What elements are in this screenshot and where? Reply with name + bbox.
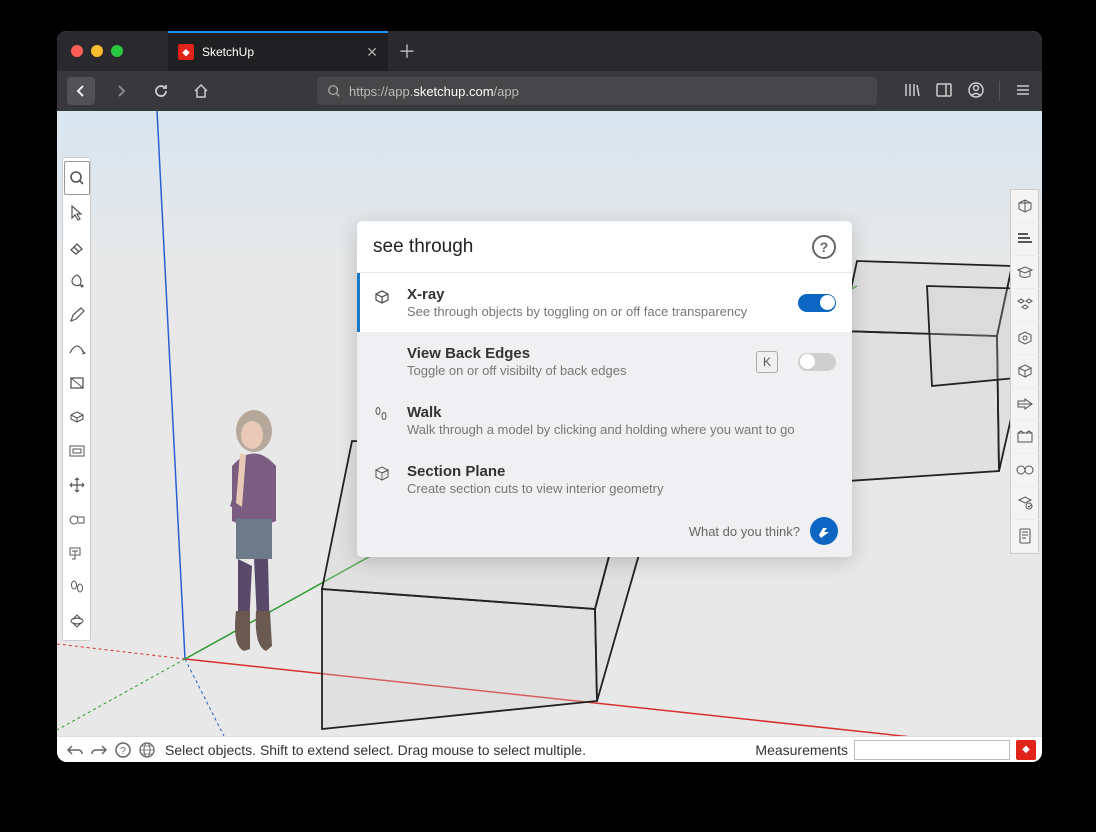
move-tool-icon[interactable] [64, 468, 90, 502]
menu-icon[interactable] [1014, 81, 1032, 101]
tags-icon[interactable] [1011, 388, 1039, 421]
search-tool-icon[interactable] [64, 161, 90, 195]
model-info-icon[interactable] [1011, 190, 1039, 223]
measurements-label: Measurements [755, 742, 848, 758]
sidebar-icon[interactable] [935, 81, 953, 101]
softening-icon[interactable] [1011, 520, 1039, 553]
new-tab-button[interactable]: ＋ [398, 38, 416, 64]
maximize-window-button[interactable] [111, 45, 123, 57]
result-desc: See through objects by toggling on or of… [407, 304, 786, 319]
tab-close-icon[interactable]: ✕ [366, 44, 378, 61]
result-title: Section Plane [407, 463, 836, 480]
url-suffix: /app [494, 84, 519, 99]
search-result-walk[interactable]: Walk Walk through a model by clicking an… [357, 391, 852, 450]
redo-icon[interactable] [87, 740, 111, 760]
library-icon[interactable] [903, 81, 921, 101]
right-toolbar [1010, 189, 1039, 554]
result-title: View Back Edges [407, 345, 744, 362]
search-result-section-plane[interactable]: Section Plane Create section cuts to vie… [357, 450, 852, 509]
entity-info-icon[interactable] [1011, 223, 1039, 256]
help-icon[interactable]: ? [812, 235, 836, 259]
browser-tab[interactable]: ◆ SketchUp ✕ [168, 31, 388, 71]
language-icon[interactable] [135, 740, 159, 760]
pushpull-tool-icon[interactable] [64, 400, 90, 434]
cube-icon [373, 288, 395, 306]
status-bar: ? Select objects. Shift to extend select… [57, 736, 1042, 762]
url-bar: https://app.sketchup.com/app [57, 71, 1042, 111]
outliner-icon[interactable] [1011, 487, 1039, 520]
account-icon[interactable] [967, 81, 985, 101]
url-prefix: https://app. [349, 84, 413, 99]
url-input[interactable]: https://app.sketchup.com/app [317, 77, 877, 105]
sketchup-favicon-icon: ◆ [178, 44, 194, 60]
search-result-back-edges[interactable]: View Back Edges Toggle on or off visibil… [357, 332, 852, 391]
section-icon [373, 465, 395, 483]
pencil-tool-icon[interactable] [64, 298, 90, 332]
tape-tool-icon[interactable] [64, 502, 90, 536]
help-status-icon[interactable]: ? [111, 740, 135, 760]
result-desc: Toggle on or off visibilty of back edges [407, 363, 744, 378]
rectangle-tool-icon[interactable] [64, 366, 90, 400]
back-button[interactable] [67, 77, 95, 105]
close-window-button[interactable] [71, 45, 83, 57]
measurements-input[interactable] [854, 740, 1010, 760]
result-title: X-ray [407, 286, 786, 303]
materials-icon[interactable] [1011, 322, 1039, 355]
paint-tool-icon[interactable] [64, 264, 90, 298]
footsteps-icon [373, 406, 395, 422]
display-icon[interactable] [1011, 454, 1039, 487]
select-tool-icon[interactable] [64, 196, 90, 230]
scenes-icon[interactable] [1011, 421, 1039, 454]
result-title: Walk [407, 404, 836, 421]
popup-search-input[interactable] [373, 236, 812, 258]
offset-tool-icon[interactable] [64, 434, 90, 468]
eraser-tool-icon[interactable] [64, 230, 90, 264]
back-edges-toggle[interactable] [798, 353, 836, 371]
walk-tool-icon[interactable] [64, 570, 90, 604]
components-icon[interactable] [1011, 289, 1039, 322]
feedback-label: What do you think? [689, 524, 800, 539]
left-toolbar [62, 157, 91, 641]
result-desc: Walk through a model by clicking and hol… [407, 422, 836, 437]
tab-label: SketchUp [202, 45, 366, 59]
search-popup: ? X-ray See through objects by toggling … [357, 221, 852, 557]
xray-toggle[interactable] [798, 294, 836, 312]
status-hint: Select objects. Shift to extend select. … [165, 742, 755, 758]
home-button[interactable] [187, 77, 215, 105]
minimize-window-button[interactable] [91, 45, 103, 57]
sketchup-logo-icon[interactable]: ◆ [1016, 740, 1036, 760]
result-desc: Create section cuts to view interior geo… [407, 481, 836, 496]
svg-text:?: ? [120, 746, 126, 757]
undo-icon[interactable] [63, 740, 87, 760]
forward-button[interactable] [107, 77, 135, 105]
url-domain: sketchup.com [413, 84, 493, 99]
orbit-tool-icon[interactable] [64, 604, 90, 638]
search-result-xray[interactable]: X-ray See through objects by toggling on… [357, 273, 852, 332]
titlebar: ◆ SketchUp ✕ ＋ [57, 31, 1042, 71]
styles-icon[interactable] [1011, 355, 1039, 388]
text-tool-icon[interactable] [64, 536, 90, 570]
reload-button[interactable] [147, 77, 175, 105]
instructor-icon[interactable] [1011, 256, 1039, 289]
shortcut-key: K [756, 351, 778, 373]
feedback-button[interactable] [810, 517, 838, 545]
arc-tool-icon[interactable] [64, 332, 90, 366]
